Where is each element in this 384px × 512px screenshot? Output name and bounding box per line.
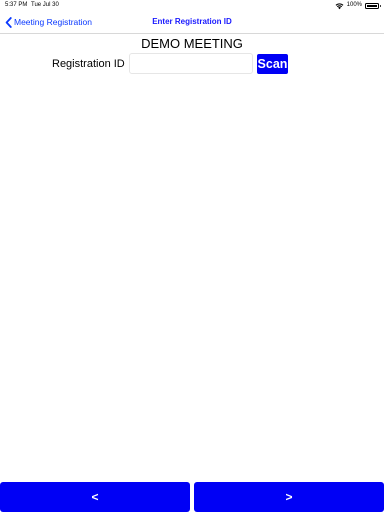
status-date: Tue Jul 30: [31, 2, 59, 8]
page-title: Enter Registration ID: [152, 17, 232, 26]
scan-button[interactable]: Scan: [257, 54, 288, 74]
wifi-icon: [335, 2, 344, 9]
meeting-name: DEMO MEETING: [141, 36, 243, 51]
navigation-bar: Meeting Registration Enter Registration …: [0, 11, 384, 34]
next-button[interactable]: >: [194, 482, 384, 512]
status-bar: 5:37 PM Tue Jul 30 100%: [0, 0, 384, 11]
battery-percentage: 100%: [346, 2, 362, 8]
registration-id-input[interactable]: [129, 53, 253, 74]
registration-id-label: Registration ID: [52, 58, 125, 70]
status-time: 5:37 PM: [5, 2, 28, 8]
previous-button[interactable]: <: [0, 482, 190, 512]
battery-level: [367, 4, 377, 7]
battery-icon: [365, 2, 381, 9]
status-indicators: 100%: [335, 0, 381, 11]
